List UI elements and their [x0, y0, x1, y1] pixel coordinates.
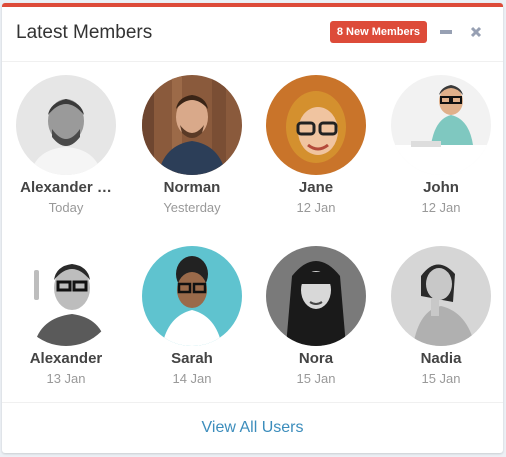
member-name[interactable]: Alexander — [5, 350, 127, 367]
widget-footer: View All Users — [2, 402, 503, 453]
member-card[interactable]: Nadia 15 Jan — [380, 246, 502, 386]
avatar — [142, 75, 242, 175]
avatar — [266, 246, 366, 346]
member-date: 12 Jan — [296, 200, 336, 215]
new-members-badge: 8 New Members — [329, 21, 427, 43]
member-date: 15 Jan — [421, 371, 461, 386]
collapse-button[interactable] — [435, 21, 457, 43]
member-date: 13 Jan — [46, 371, 86, 386]
view-all-users-link[interactable]: View All Users — [202, 419, 304, 437]
widget-header: Latest Members 8 New Members — [2, 7, 503, 62]
avatar — [391, 246, 491, 346]
avatar — [266, 75, 366, 175]
member-card[interactable]: Nora 15 Jan — [255, 246, 377, 386]
member-name[interactable]: Sarah — [131, 350, 253, 367]
member-name[interactable]: John — [380, 179, 502, 196]
member-card[interactable]: Alexander … Today — [5, 75, 127, 215]
member-card[interactable]: Jane 12 Jan — [255, 75, 377, 215]
member-date: Yesterday — [163, 200, 221, 215]
member-date: 12 Jan — [421, 200, 461, 215]
member-name[interactable]: Nora — [255, 350, 377, 367]
member-card[interactable]: John 12 Jan — [380, 75, 502, 215]
member-date: 14 Jan — [172, 371, 212, 386]
member-name[interactable]: Jane — [255, 179, 377, 196]
avatar — [16, 246, 116, 346]
member-card[interactable]: Sarah 14 Jan — [131, 246, 253, 386]
avatar — [142, 246, 242, 346]
member-name[interactable]: Alexander … — [5, 179, 127, 196]
remove-button[interactable] — [465, 21, 487, 43]
member-name[interactable]: Norman — [131, 179, 253, 196]
member-date: 15 Jan — [296, 371, 336, 386]
member-card[interactable]: Alexander 13 Jan — [5, 246, 127, 386]
close-icon — [470, 26, 482, 38]
widget-tools: 8 New Members — [329, 21, 487, 43]
widget-title: Latest Members — [16, 22, 153, 43]
avatar — [16, 75, 116, 175]
member-date: Today — [48, 200, 84, 215]
member-name[interactable]: Nadia — [380, 350, 502, 367]
member-card[interactable]: Norman Yesterday — [131, 75, 253, 215]
minus-icon — [440, 30, 452, 34]
latest-members-widget: Latest Members 8 New Members Alexander …… — [2, 3, 503, 453]
avatar — [391, 75, 491, 175]
